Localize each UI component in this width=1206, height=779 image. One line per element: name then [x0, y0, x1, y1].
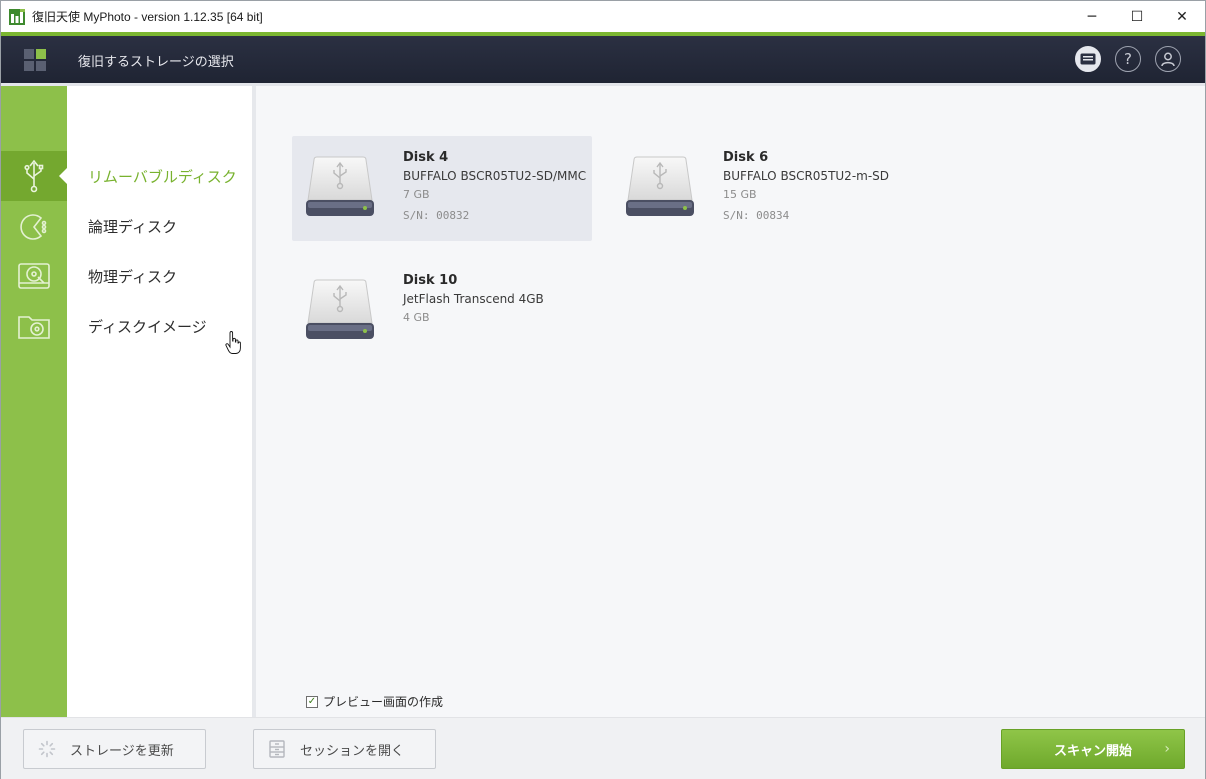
- disk-name: Disk 6: [723, 150, 769, 165]
- usb-drive-icon: [306, 156, 374, 216]
- app-header: 復旧するストレージの選択 ?: [1, 36, 1205, 83]
- category-nav: リムーバブルディスク 論理ディスク 物理ディスク ディスクイメージ: [67, 86, 253, 717]
- refresh-storage-label: ストレージを更新: [70, 743, 174, 759]
- minimize-button[interactable]: ─: [1069, 1, 1115, 32]
- app-window: 復旧天使 MyPhoto - version 1.12.35 [64 bit] …: [0, 0, 1206, 779]
- open-session-button[interactable]: セッションを開く: [253, 729, 436, 769]
- close-button[interactable]: ✕: [1159, 1, 1205, 32]
- disk-model: BUFFALO BSCR05TU2-m-SD: [723, 169, 890, 183]
- start-scan-label: スキャン開始: [1053, 743, 1132, 759]
- card-icon: [1080, 53, 1096, 65]
- disk-card[interactable]: Disk 10 JetFlash Transcend 4GB 4 GB: [292, 259, 592, 364]
- minimize-icon: ─: [1087, 8, 1097, 25]
- usb-drive-icon: [306, 279, 374, 339]
- app-logo-icon: [9, 9, 25, 25]
- disk-model: BUFFALO BSCR05TU2-SD/MMC: [403, 169, 587, 183]
- rail-item-logical[interactable]: [1, 201, 67, 251]
- action-footer: ストレージを更新 セッションを開く スキャン開始 ›: [1, 717, 1205, 779]
- disk-name: Disk 4: [403, 150, 449, 165]
- usb-drive-icon: [626, 156, 694, 216]
- license-card-button[interactable]: [1075, 46, 1101, 72]
- disk-image-icon: [18, 316, 50, 339]
- rail-item-removable[interactable]: [1, 151, 67, 201]
- open-session-label: セッションを開く: [300, 743, 405, 759]
- disk-list-panel: Disk 4 BUFFALO BSCR05TU2-SD/MMC 7 GB S/N…: [256, 86, 1205, 717]
- refresh-storage-button[interactable]: ストレージを更新: [23, 729, 206, 769]
- preview-checkbox[interactable]: ✓: [306, 695, 318, 708]
- rail-item-image[interactable]: [1, 301, 67, 351]
- maximize-button[interactable]: ☐: [1114, 1, 1160, 32]
- nav-item-disk-image[interactable]: ディスクイメージ: [88, 316, 207, 337]
- disk-serial: S/N: 00832: [403, 209, 470, 222]
- category-icon-rail: [1, 86, 67, 717]
- refresh-spinner-icon: [38, 740, 56, 758]
- help-button[interactable]: ?: [1115, 46, 1141, 72]
- window-title: 復旧天使 MyPhoto - version 1.12.35 [64 bit]: [32, 10, 263, 24]
- nav-item-removable-disk[interactable]: リムーバブルディスク: [88, 166, 237, 187]
- start-scan-button[interactable]: スキャン開始 ›: [1001, 729, 1185, 769]
- account-button[interactable]: [1155, 46, 1181, 72]
- disk-size: 4 GB: [403, 311, 430, 324]
- session-file-icon: [268, 740, 286, 758]
- maximize-icon: ☐: [1130, 8, 1144, 25]
- disk-model: JetFlash Transcend 4GB: [403, 292, 544, 306]
- user-icon: [1161, 52, 1175, 67]
- hard-disk-icon: [18, 263, 50, 289]
- nav-item-logical-disk[interactable]: 論理ディスク: [88, 216, 177, 237]
- hand-cursor-icon: [225, 331, 241, 354]
- disk-serial: S/N: 00834: [723, 209, 790, 222]
- usb-icon: [24, 159, 44, 193]
- disk-size: 7 GB: [403, 188, 430, 201]
- rail-item-physical[interactable]: [1, 251, 67, 301]
- page-title: 復旧するストレージの選択: [78, 55, 234, 70]
- help-icon: ?: [1124, 50, 1132, 68]
- close-icon: ✕: [1176, 8, 1188, 25]
- chevron-right-icon: ›: [1164, 741, 1170, 757]
- nav-item-physical-disk[interactable]: 物理ディスク: [88, 266, 177, 287]
- dashboard-grid-icon[interactable]: [23, 48, 47, 72]
- disk-card[interactable]: Disk 6 BUFFALO BSCR05TU2-m-SD 15 GB S/N:…: [612, 136, 912, 241]
- disk-card[interactable]: Disk 4 BUFFALO BSCR05TU2-SD/MMC 7 GB S/N…: [292, 136, 592, 241]
- disk-size: 15 GB: [723, 188, 757, 201]
- preview-label: プレビュー画面の作成: [323, 695, 444, 709]
- pie-chart-icon: [20, 214, 47, 240]
- title-bar: 復旧天使 MyPhoto - version 1.12.35 [64 bit] …: [1, 1, 1205, 32]
- disk-name: Disk 10: [403, 273, 458, 288]
- preview-option[interactable]: ✓ プレビュー画面の作成: [306, 693, 443, 710]
